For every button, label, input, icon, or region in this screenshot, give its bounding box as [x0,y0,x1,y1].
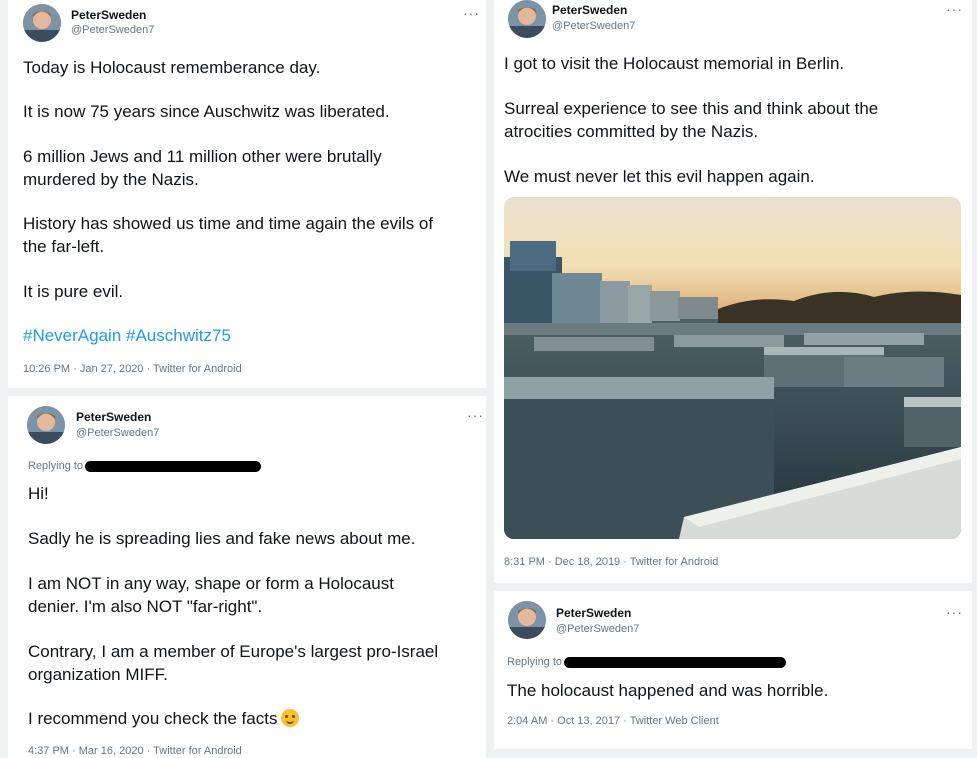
tweet-card-4[interactable]: PeterSweden @PeterSweden7 ··· Replying t… [494,591,972,749]
author-name[interactable]: PeterSweden [552,3,627,17]
tweet-timestamp[interactable]: 4:37 PM · Mar 16, 2020 · Twitter for And… [28,745,242,757]
tweet-card-2[interactable]: PeterSweden @PeterSweden7 ··· I got to v… [494,0,972,583]
tweet-text-line: Hi! [28,484,49,503]
author-handle[interactable]: @PeterSweden7 [556,623,639,635]
tweet-text-line: atrocities committed by the Nazis. [504,122,759,141]
replying-to-label: Replying to [28,460,84,472]
author-name[interactable]: PeterSweden [71,8,146,22]
more-icon[interactable]: ··· [946,605,963,619]
tweet-timestamp[interactable]: 10:26 PM · Jan 27, 2020 · Twitter for An… [23,363,242,375]
author-handle[interactable]: @PeterSweden7 [76,427,159,439]
tweet-text-line: Today is Holocaust rememberance day. [23,58,321,77]
holocaust-memorial-image [504,197,961,539]
tweet-text-line: Sadly he is spreading lies and fake news… [28,529,416,548]
tweet-text-line: I am NOT in any way, shape or form a Hol… [28,574,394,593]
tweet-text-line: the far-left. [23,237,105,256]
memorial-photo[interactable] [504,197,961,539]
tweet-text-line: It is now 75 years since Auschwitz was l… [23,102,390,121]
tweet-text-line: murdered by the Nazis. [23,170,199,189]
smiling-face-emoji-icon [281,709,300,727]
replying-to: Replying to [507,656,787,668]
tweet-text-line: It is pure evil. [23,282,124,301]
author-handle[interactable]: @PeterSweden7 [552,20,635,32]
avatar[interactable] [508,601,546,639]
tweet-text-line: 6 million Jews and 11 million other were… [23,147,382,166]
redacted-username [85,460,262,472]
tweet-text-line: The holocaust happened and was horrible. [507,681,829,700]
profile-photo-icon [27,406,65,444]
tweet-card-1[interactable]: PeterSweden @PeterSweden7 ··· Today is H… [8,0,486,388]
more-icon[interactable]: ··· [467,408,484,422]
tweet-text-line: denier. I'm also NOT "far-right". [28,597,263,616]
author-name[interactable]: PeterSweden [556,606,631,620]
tweet-text-line: organization MIFF. [28,665,168,684]
redacted-username [564,656,787,668]
author-name[interactable]: PeterSweden [76,410,151,424]
replying-to-label: Replying to [507,656,563,668]
tweet-timestamp[interactable]: 8:31 PM · Dec 18, 2019 · Twitter for And… [504,556,718,568]
tweet-text-line: Contrary, I am a member of Europe's larg… [28,642,439,661]
tweet-text: I recommend you check the facts [28,709,278,728]
more-icon[interactable]: ··· [946,2,963,16]
profile-photo-icon [23,4,61,42]
tweet-card-3[interactable]: PeterSweden @PeterSweden7 ··· Replying t… [8,396,486,758]
author-handle[interactable]: @PeterSweden7 [71,24,154,36]
tweet-text-line: Surreal experience to see this and think… [504,99,879,118]
tweet-text-line: I got to visit the Holocaust memorial in… [504,54,845,73]
profile-photo-icon [508,601,546,639]
profile-photo-icon [508,0,546,38]
tweet-text-line: We must never let this evil happen again… [504,167,815,186]
hashtag-links[interactable]: #NeverAgain #Auschwitz75 [23,324,231,347]
avatar[interactable] [23,4,61,42]
avatar[interactable] [508,0,546,38]
avatar[interactable] [27,406,65,444]
replying-to: Replying to [28,460,262,472]
tweet-timestamp[interactable]: 2:04 AM · Oct 13, 2017 · Twitter Web Cli… [507,715,719,727]
tweet-text-line-with-emoji: I recommend you check the facts [28,707,300,730]
tweet-text-line: History has showed us time and time agai… [23,214,434,233]
more-icon[interactable]: ··· [463,6,480,20]
